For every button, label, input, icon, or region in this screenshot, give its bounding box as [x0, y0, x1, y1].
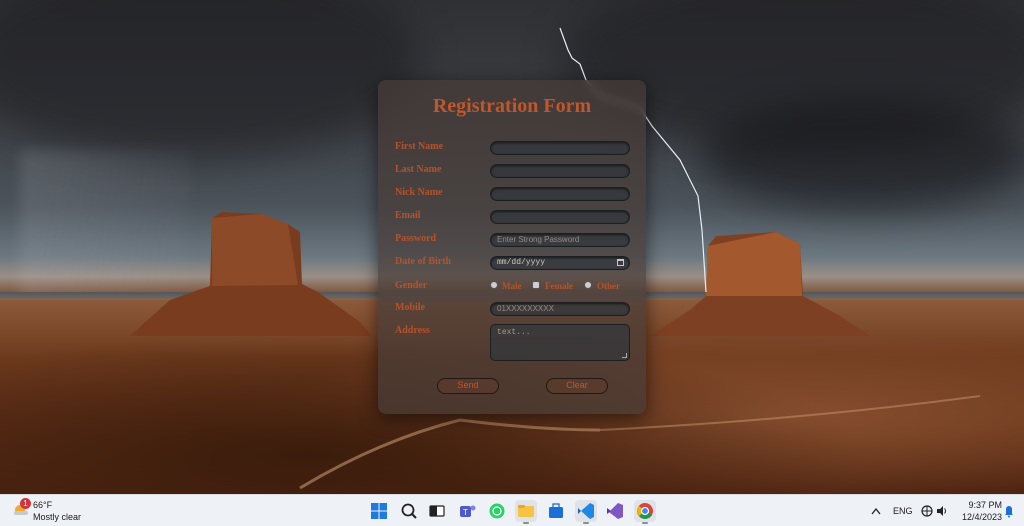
- mobile-input[interactable]: 01XXXXXXXXX: [490, 302, 630, 316]
- address-textarea[interactable]: text...: [490, 324, 630, 361]
- gender-male-label: Male: [502, 281, 522, 291]
- last-name-input[interactable]: [490, 164, 630, 178]
- resize-handle-icon[interactable]: [622, 353, 627, 358]
- weather-widget[interactable]: 1 66°F Mostly clear: [10, 498, 90, 524]
- dob-label: Date of Birth: [395, 256, 452, 267]
- gender-male-radio[interactable]: [490, 281, 498, 289]
- gender-female-radio[interactable]: [532, 281, 540, 289]
- microsoft-store-icon[interactable]: [545, 500, 567, 522]
- password-label: Password: [395, 233, 437, 244]
- weather-temp: 66°F: [33, 500, 53, 510]
- gender-label: Gender: [395, 280, 428, 291]
- first-name-label: First Name: [395, 141, 444, 152]
- gender-other-label: Other: [597, 281, 620, 291]
- vscode-icon[interactable]: [575, 500, 597, 524]
- password-input[interactable]: Enter Strong Password: [490, 233, 630, 247]
- registration-form: Registration Form First Name Last Name N…: [378, 80, 646, 414]
- gender-female-label: Female: [545, 281, 573, 291]
- last-name-label: Last Name: [395, 164, 442, 175]
- chrome-icon[interactable]: [634, 500, 656, 524]
- dob-input[interactable]: mm/dd/yyyy: [490, 256, 630, 270]
- email-label: Email: [395, 210, 421, 221]
- whatsapp-icon[interactable]: [486, 500, 508, 522]
- clear-button[interactable]: Clear: [546, 378, 608, 394]
- clock-time: 9:37 PM: [968, 500, 1002, 510]
- email-input[interactable]: [490, 210, 630, 224]
- form-title: Registration Form: [432, 95, 592, 117]
- weather-desc: Mostly clear: [33, 512, 82, 522]
- mobile-label: Mobile: [395, 302, 425, 313]
- address-placeholder: text...: [497, 328, 531, 337]
- visual-studio-icon[interactable]: [604, 500, 626, 522]
- taskbar: 1 66°F Mostly clear T ENG 9:37 PM 12/4/2…: [0, 494, 1024, 526]
- clock-date: 12/4/2023: [961, 512, 1002, 522]
- address-label: Address: [395, 325, 430, 336]
- nick-name-label: Nick Name: [395, 187, 443, 198]
- teams-icon[interactable]: T: [456, 500, 478, 522]
- calendar-icon[interactable]: [617, 259, 624, 266]
- file-explorer-icon[interactable]: [515, 500, 537, 524]
- gender-radio-group: Male Female Other: [490, 280, 640, 294]
- task-view-icon[interactable]: [426, 500, 448, 522]
- first-name-input[interactable]: [490, 141, 630, 155]
- network-icon[interactable]: [920, 495, 934, 526]
- clock[interactable]: 9:37 PM 12/4/2023: [946, 499, 1002, 523]
- dob-value: mm/dd/yyyy: [497, 258, 546, 267]
- tray-overflow-icon[interactable]: [870, 495, 882, 526]
- svg-text:T: T: [463, 508, 468, 517]
- search-icon[interactable]: [398, 500, 420, 522]
- windows-start-icon[interactable]: [368, 500, 390, 522]
- language-indicator[interactable]: ENG: [893, 495, 913, 526]
- send-button[interactable]: Send: [437, 378, 499, 394]
- notification-bell-icon[interactable]: [1003, 495, 1015, 526]
- gender-other-radio[interactable]: [584, 281, 592, 289]
- weather-badge: 1: [20, 498, 31, 509]
- nick-name-input[interactable]: [490, 187, 630, 201]
